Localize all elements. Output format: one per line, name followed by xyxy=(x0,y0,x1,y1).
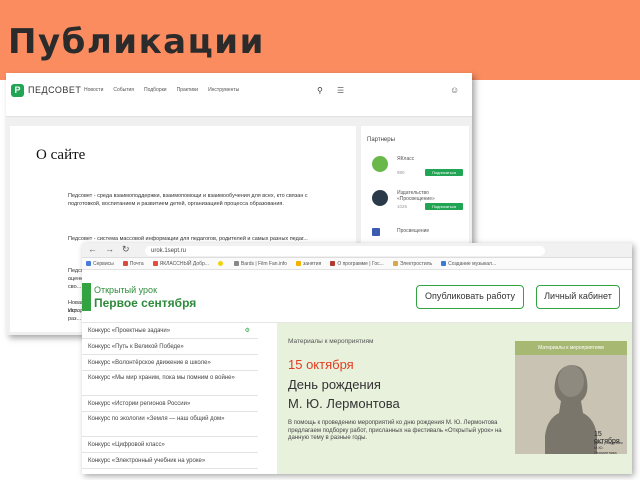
reload-icon[interactable]: ↻ xyxy=(122,244,130,255)
list-item[interactable]: Конкурс «Электронный учебник на уроке» xyxy=(82,453,258,469)
bookmark-icon xyxy=(330,261,336,266)
bookmark-icon xyxy=(441,261,447,266)
partner-item[interactable]: Издательство «Просвещение» 1025 Подписат… xyxy=(367,188,467,222)
search-icon[interactable]: ⚲ xyxy=(317,86,323,95)
bookmarks-bar: Сервисы Почта ЯКЛАССНЫЙ Добр... Bards | … xyxy=(82,258,632,270)
book-icon xyxy=(372,228,380,236)
banner-image-caption: День рождения М.Ю. Лермонтова xyxy=(594,440,623,454)
banner-title: М. Ю. Лермонтова xyxy=(288,396,400,411)
slide-header: Публикации xyxy=(0,0,640,80)
bookmark[interactable]: занятия xyxy=(295,261,321,267)
pedsovet-brand[interactable]: ПЕДСОВЕТ xyxy=(28,85,81,95)
list-item[interactable]: Конкурс «Путь к Великой Победе» xyxy=(82,339,258,355)
list-item[interactable]: Конкурс «Волонтёрское движение в школе» xyxy=(82,355,258,371)
contest-list: Конкурс «Проектные задачи» ⚙ Конкурс «Пут… xyxy=(82,323,258,474)
partners-heading: Партнеры xyxy=(367,137,395,143)
prosveshchenie-logo-icon xyxy=(372,190,388,206)
menu-item-practices[interactable]: Практики xyxy=(177,87,198,93)
list-item[interactable]: Конкурс «Мы мир храним, пока мы помним о… xyxy=(82,371,258,396)
bookmark[interactable]: О программе | Гос... xyxy=(330,261,384,267)
list-item[interactable]: Конкурс «Проектные задачи» ⚙ xyxy=(82,323,258,339)
bookmark[interactable] xyxy=(217,261,225,266)
list-item[interactable]: Конкурс по экологии «Земля — наш общий д… xyxy=(82,412,258,437)
about-heading: О сайте xyxy=(36,147,86,163)
bookmark-icon xyxy=(233,261,239,266)
list-item[interactable]: Конкурс «Цифровой класс» xyxy=(82,437,258,453)
urok-logo-line2[interactable]: Первое сентября xyxy=(94,296,196,310)
browser-toolbar: ← → ↻ urok.1sept.ru xyxy=(82,243,632,258)
banner-title: День рождения xyxy=(288,377,381,392)
bookmark[interactable]: Bards | Film Fan.info xyxy=(233,261,287,267)
urok-header: Открытый урок Первое сентября Опубликова… xyxy=(82,271,632,323)
slide-title: Публикации xyxy=(8,22,265,62)
urok-screenshot: ← → ↻ urok.1sept.ru Сервисы Почта ЯКЛАСС… xyxy=(82,243,632,474)
banner-image: Материалы к мероприятиям 15 октября День… xyxy=(515,341,627,454)
subscribe-button[interactable]: Подписаться xyxy=(425,203,463,210)
subscribe-button[interactable]: Подписаться xyxy=(425,169,463,176)
urok-logo-line1[interactable]: Открытый урок xyxy=(94,285,157,295)
user-icon[interactable]: ☺ xyxy=(450,85,459,95)
gear-icon[interactable]: ⚙ xyxy=(245,323,250,338)
list-item[interactable]: Конкурс «Истории регионов России» xyxy=(82,396,258,412)
forward-icon[interactable]: → xyxy=(105,244,114,255)
pedsovet-menu: Новости События Подборки Практики Инстру… xyxy=(84,87,239,93)
urok-logo-icon[interactable] xyxy=(82,283,91,311)
bookmark-icon xyxy=(152,261,158,266)
folder-icon xyxy=(295,261,301,266)
about-paragraph: Педсовет - среда взаимоподдержки, взаимо… xyxy=(68,193,308,207)
partner-name: Просвещение xyxy=(397,228,430,234)
folder-icon xyxy=(392,261,398,266)
partner-count: 1025 xyxy=(397,204,408,209)
partner-name: ЯКласс xyxy=(397,156,415,162)
menu-item-events[interactable]: События xyxy=(113,87,134,93)
back-icon[interactable]: ← xyxy=(88,244,97,255)
yaklass-logo-icon xyxy=(372,156,388,172)
banner-date: 15 октября xyxy=(288,357,354,372)
banner-top-label: Материалы к мероприятиям xyxy=(288,338,374,345)
mail-icon xyxy=(122,261,128,266)
menu-item-tools[interactable]: Инструменты xyxy=(208,87,239,93)
bookmark[interactable]: Создание музыкал... xyxy=(441,261,496,267)
bookmark[interactable]: ЯКЛАССНЫЙ Добр... xyxy=(152,261,209,267)
bookmark[interactable]: Сервисы xyxy=(86,261,114,267)
partner-name: Издательство «Просвещение» xyxy=(397,190,435,202)
bookmark[interactable]: Почта xyxy=(122,261,144,267)
partner-item[interactable]: ЯКласс 980 Подписаться xyxy=(367,154,467,188)
pedsovet-logo-icon[interactable]: P xyxy=(11,84,24,97)
bookmark[interactable]: Электростиль xyxy=(392,261,432,267)
circle-icon xyxy=(217,261,223,266)
menu-icon[interactable]: ☰ xyxy=(337,86,344,95)
personal-cabinet-button[interactable]: Личный кабинет xyxy=(536,285,620,309)
address-bar[interactable]: urok.1sept.ru xyxy=(145,246,545,256)
pedsovet-navbar: P ПЕДСОВЕТ Новости События Подборки Прак… xyxy=(6,73,472,117)
partner-count: 980 xyxy=(397,170,405,175)
apps-icon xyxy=(86,261,91,266)
browser-nav-buttons: ← → ↻ xyxy=(88,244,130,255)
menu-item-collections[interactable]: Подборки xyxy=(144,87,167,93)
menu-item-news[interactable]: Новости xyxy=(84,87,103,93)
publish-work-button[interactable]: Опубликовать работу xyxy=(416,285,524,309)
event-banner[interactable]: Материалы к мероприятиям 15 октября День… xyxy=(277,323,632,474)
banner-description: В помощь к проведению мероприятий ко дню… xyxy=(288,420,502,441)
